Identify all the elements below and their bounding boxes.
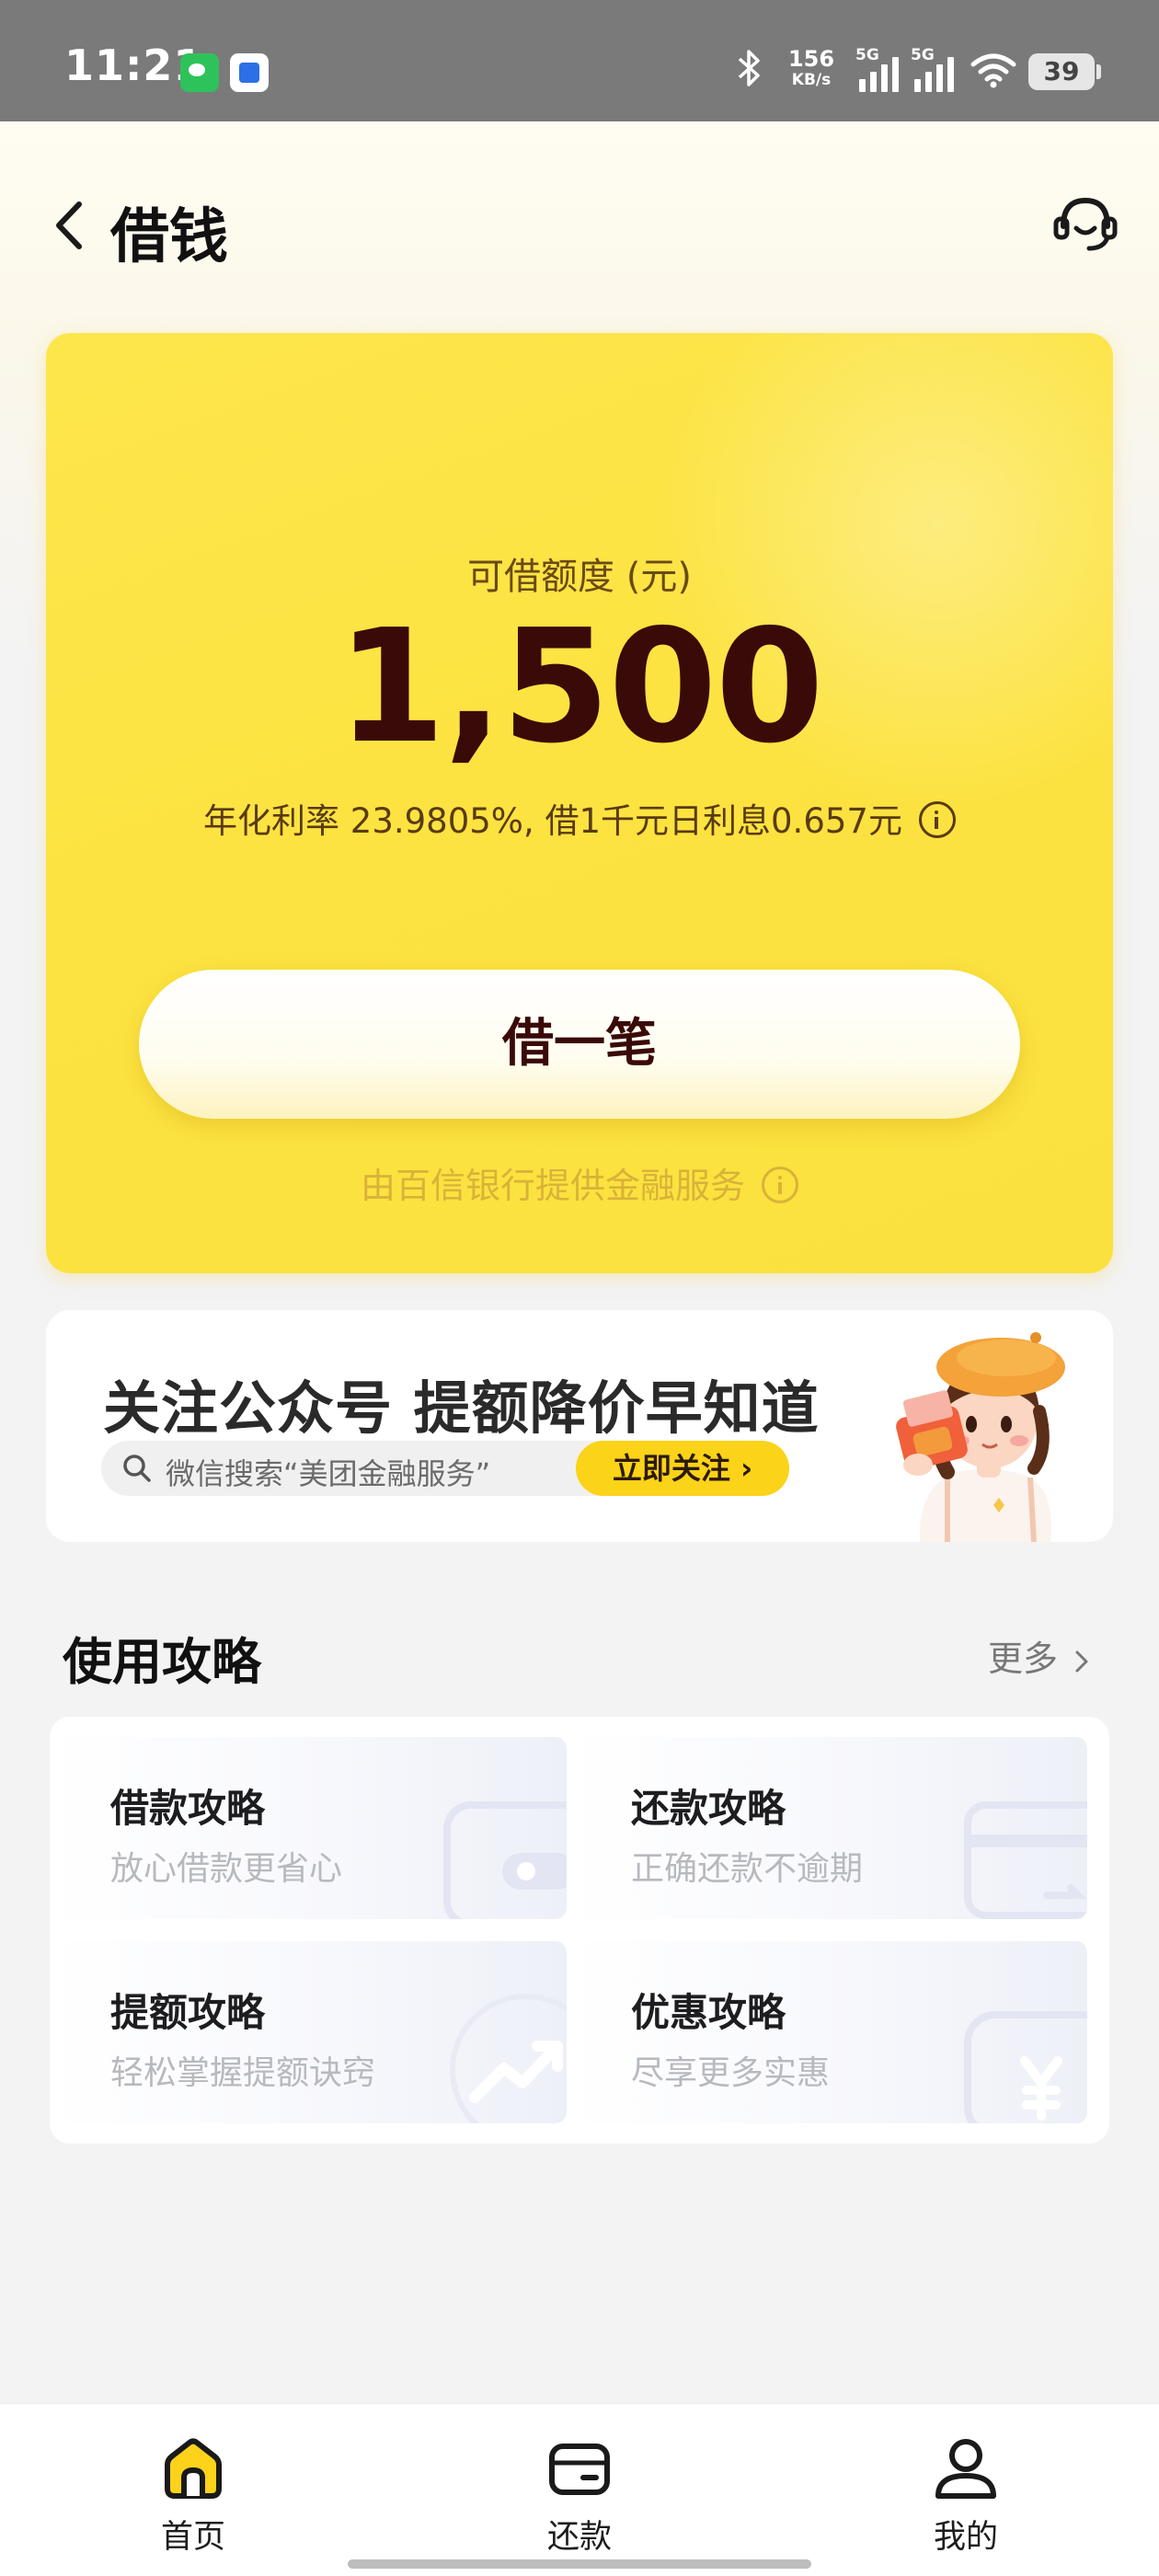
tip-card-raise-limit[interactable]: 提额攻略 轻松掌握提额诀窍	[50, 1941, 567, 2123]
bottom-navigation: 首页 还款 我的	[0, 2403, 1159, 2576]
provider-info-icon[interactable]	[762, 1166, 798, 1203]
speed-value: 156	[787, 46, 835, 72]
signal-icon: 5G	[911, 46, 960, 92]
card-icon	[958, 1765, 1087, 1919]
search-icon	[121, 1453, 153, 1484]
nav-label: 我的	[933, 2519, 998, 2556]
signal-tag: 5G	[855, 46, 879, 64]
customer-service-icon[interactable]	[1049, 191, 1122, 256]
tips-section-title: 使用攻略	[63, 1633, 261, 1691]
girl-with-wallet-illustration	[809, 1310, 1113, 1542]
tip-card-borrow[interactable]: 借款攻略 放心借款更省心	[50, 1737, 567, 1919]
interest-rate-text: 年化利率 23.9805%, 借1千元日利息0.657元	[46, 793, 1113, 843]
interest-rate-value: 年化利率 23.9805%, 借1千元日利息0.657元	[203, 801, 902, 841]
search-hint-text: 微信搜索“美团金融服务”	[166, 1456, 491, 1491]
tip-title: 提额攻略	[110, 1990, 266, 2035]
follow-official-account-banner[interactable]: 关注公众号 提额降价早知道 微信搜索“美团金融服务” 立即关注 ›	[46, 1310, 1113, 1542]
wechat-icon	[180, 53, 219, 92]
speed-unit: KB/s	[791, 71, 832, 89]
tip-subtitle: 放心借款更省心	[110, 1850, 343, 1888]
profile-icon	[933, 2435, 999, 2501]
network-speed: 156 KB/s	[784, 48, 839, 88]
tip-title: 借款攻略	[110, 1786, 266, 1831]
tip-subtitle: 轻松掌握提额诀窍	[110, 2054, 376, 2092]
app-notification-icon	[230, 53, 269, 92]
back-icon[interactable]	[48, 193, 92, 258]
nav-label: 还款	[546, 2519, 612, 2556]
provider-note: 由百信银行提供金融服务	[46, 1157, 1113, 1208]
status-bar: 11:21 156 KB/s 5G 5G 39	[0, 0, 1159, 121]
banner-title: 关注公众号 提额降价早知道	[103, 1374, 820, 1442]
tip-card-repay[interactable]: 还款攻略 正确还款不逾期	[570, 1737, 1087, 1919]
signal-icon: 5G	[855, 46, 905, 92]
tip-subtitle: 尽享更多实惠	[631, 2054, 831, 2092]
tip-subtitle: 正确还款不逾期	[631, 1850, 864, 1888]
wallet-icon	[438, 1765, 567, 1919]
home-indicator	[348, 2559, 811, 2569]
signal-tag: 5G	[911, 46, 935, 64]
page-title: 借钱	[110, 203, 228, 271]
nav-item-repay[interactable]: 还款	[488, 2404, 671, 2576]
tips-more-link[interactable]: 更多	[988, 1630, 1091, 1681]
tip-title: 还款攻略	[631, 1786, 786, 1831]
tips-panel: 借款攻略 放心借款更省心 还款攻略 正确还款不逾期 提额攻略 轻松掌握提额诀窍 …	[50, 1717, 1109, 2144]
wechat-search-hint: 微信搜索“美团金融服务” 立即关注 ›	[101, 1441, 789, 1496]
trend-up-icon	[438, 1969, 567, 2123]
coupon-icon	[958, 1969, 1087, 2123]
info-icon[interactable]	[918, 800, 956, 838]
battery-icon: 39	[1028, 53, 1101, 90]
home-icon	[160, 2435, 226, 2501]
borrow-button[interactable]: 借一笔	[139, 970, 1020, 1119]
bluetooth-icon	[736, 48, 763, 98]
wifi-icon	[970, 52, 1017, 88]
limit-amount: 1,500	[337, 596, 824, 778]
repay-wallet-icon	[546, 2435, 613, 2501]
nav-label: 首页	[160, 2519, 225, 2556]
nav-item-profile[interactable]: 我的	[874, 2404, 1058, 2576]
follow-button[interactable]: 立即关注 ›	[576, 1441, 789, 1496]
tip-card-discount[interactable]: 优惠攻略 尽享更多实惠	[570, 1941, 1087, 2123]
chevron-right-icon	[1075, 1650, 1088, 1672]
provider-text: 由百信银行提供金融服务	[360, 1166, 745, 1206]
more-label: 更多	[988, 1639, 1059, 1679]
credit-limit-card: 可借额度 (元) 1,500 年化利率 23.9805%, 借1千元日利息0.6…	[46, 333, 1113, 1273]
limit-label: 可借额度 (元)	[467, 556, 692, 598]
nav-item-home[interactable]: 首页	[101, 2404, 285, 2576]
tip-title: 优惠攻略	[631, 1990, 786, 2035]
